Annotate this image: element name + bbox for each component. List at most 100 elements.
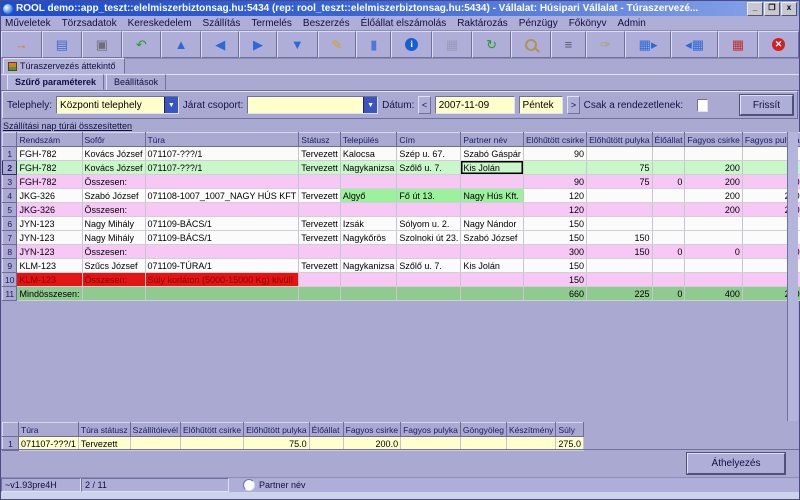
cell-elohutott-pulyka[interactable] [587,217,652,231]
route-group-select[interactable]: ▼ [247,96,378,114]
cell-cim[interactable]: Szőlő u. 7. [397,161,461,175]
cell-eloallat[interactable] [652,189,685,203]
cell-tura[interactable]: 071109-BÁCS/1 [145,231,299,245]
first-record-button[interactable]: ▲ [161,31,202,58]
cell-cim[interactable]: Szép u. 67. [397,147,461,161]
tab-settings[interactable]: Beállítások [106,74,166,90]
cell-sofor[interactable]: Összesen: [82,203,145,217]
cell-telepules[interactable]: Nagykőrös [340,231,397,245]
cell-telepules[interactable] [340,273,397,287]
cell-sofor[interactable]: Nagy Mihály [82,231,145,245]
cell-cim[interactable] [397,245,461,259]
prev-record-button[interactable]: ◀ [201,31,239,58]
cell-elohutott-pulyka[interactable] [587,147,652,161]
cell-sofor[interactable]: Szűcs József [82,259,145,273]
cell-sofor[interactable] [82,287,145,301]
cell-eloallat[interactable]: 0 [652,175,685,189]
site-select[interactable]: Központi telephely ▼ [56,96,179,114]
cell-elohutott-csirke[interactable]: 150 [523,217,586,231]
cell-eloallat[interactable] [652,259,685,273]
cell-eloallat[interactable] [652,217,685,231]
col-elohutott-pulyka[interactable]: Előhűtött pulyka [587,133,652,147]
cell-telepules[interactable] [340,203,397,217]
last-record-button[interactable]: ▼ [277,31,318,58]
row-number[interactable]: 4 [3,189,17,203]
cell-statusz[interactable] [299,175,341,189]
cell-sofor[interactable]: Összesen: [82,273,145,287]
menu-item-penzugy[interactable]: Pénzügy [519,18,558,29]
row-number[interactable]: 8 [3,245,17,259]
close-window-button[interactable]: ✕ [758,31,799,58]
cell-fagyos-csirke[interactable] [685,147,742,161]
col-szallitolevel[interactable]: Szállítólevél [130,423,180,437]
cell-partner-nev[interactable] [461,203,524,217]
import-table-button[interactable]: ◂▦ [671,31,718,58]
menu-item-beszerzes[interactable]: Beszerzés [303,18,350,29]
cell-partner-nev[interactable] [461,273,524,287]
row-number[interactable]: 1 [3,147,17,161]
cell-fagyos-csirke[interactable] [685,217,742,231]
cell-tura[interactable]: 071109-TÚRA/1 [145,259,299,273]
cell-eloallat[interactable] [652,203,685,217]
cell-elohutott-csirke[interactable]: 150 [523,259,586,273]
calculator-button[interactable]: ▦ [432,31,472,58]
menu-item-szallitas[interactable]: Szállítás [203,18,241,29]
cell-fagyos-csirke[interactable]: 0 [685,245,742,259]
col-cim[interactable]: Cím [397,133,461,147]
col-elohutott-csirke[interactable]: Előhűtött csirke [523,133,586,147]
col-tura[interactable]: Túra [19,423,79,437]
row-number[interactable]: 11 [3,287,17,301]
cell-cim[interactable]: Szolnoki út 23. [397,231,461,245]
cell-elohutott-csirke[interactable]: 150 [523,231,586,245]
cell-rendszam[interactable]: Mindösszesen: [17,287,82,301]
cell-fagyos-csirke[interactable] [685,231,742,245]
menu-item-raktarozas[interactable]: Raktározás [457,18,508,29]
cell-sofor[interactable]: Kovács József [82,147,145,161]
col-eloallat[interactable]: Élőállat [652,133,685,147]
cell-fagyos-csirke[interactable] [685,259,742,273]
cell-rendszam[interactable]: JYN-123 [17,245,82,259]
undo-button[interactable]: ↶ [122,31,161,58]
cell-fagyos-csirke[interactable]: 200 [685,203,742,217]
cell-cim[interactable] [397,273,461,287]
row-number[interactable]: 10 [3,273,17,287]
minimize-button[interactable]: _ [747,2,763,16]
col-statusz[interactable]: Státusz [299,133,341,147]
cell-statusz[interactable]: Tervezett [299,161,341,175]
move-button[interactable]: Áthelyezés [687,453,785,474]
cell-tura[interactable]: 071107-???/1 [145,161,299,175]
cell-elohutott-csirke[interactable]: 120 [523,189,586,203]
cell-statusz[interactable]: Tervezett [299,231,341,245]
cell-eloallat[interactable]: 0 [652,287,685,301]
cell-tura[interactable]: 071109-BÁCS/1 [145,217,299,231]
cell-telepules[interactable]: Nagykanizsa [340,161,397,175]
cell-telepules[interactable] [340,245,397,259]
menu-item-eloallat-elszamolas[interactable]: Élőállat elszámolás [361,18,447,29]
delete-table-button[interactable]: ▦ [718,31,758,58]
row-number[interactable]: 3 [3,175,17,189]
cell-tura[interactable] [145,175,299,189]
cell-elohutott-csirke[interactable]: 120 [523,203,586,217]
cell-fagyos-csirke[interactable]: 200 [685,161,742,175]
col-suly[interactable]: Súly [556,423,584,437]
cell-rendszam[interactable]: FGH-782 [17,147,82,161]
col-rendszam[interactable]: Rendszám [17,133,82,147]
row-number[interactable]: 9 [3,259,17,273]
exit-app-button[interactable]: → [1,31,42,58]
menu-item-torzsadatok[interactable]: Törzsadatok [62,18,117,29]
cell-cim[interactable] [397,175,461,189]
cell-cim[interactable] [397,287,461,301]
row-number[interactable]: 2 [3,161,17,175]
cell-rendszam[interactable]: JYN-123 [17,231,82,245]
stamp-button[interactable]: ✑ [586,31,625,58]
col-fagyos-csirke[interactable]: Fagyos csirke [685,133,742,147]
row-number[interactable]: 6 [3,217,17,231]
cell-elohutott-pulyka[interactable]: 75 [587,161,652,175]
cell-elohutott-pulyka[interactable] [587,189,652,203]
menu-item-fokonyv[interactable]: Főkönyv [569,18,607,29]
col-elohutott-csirke[interactable]: Előhűtött csirke [181,423,244,437]
cell-partner-nev[interactable]: Nagy Hús Kft. [461,189,524,203]
cell-fagyos-csirke[interactable]: 200 [685,175,742,189]
cell-tura[interactable]: 071107-???/1 [145,147,299,161]
cell-partner-nev[interactable] [461,287,524,301]
